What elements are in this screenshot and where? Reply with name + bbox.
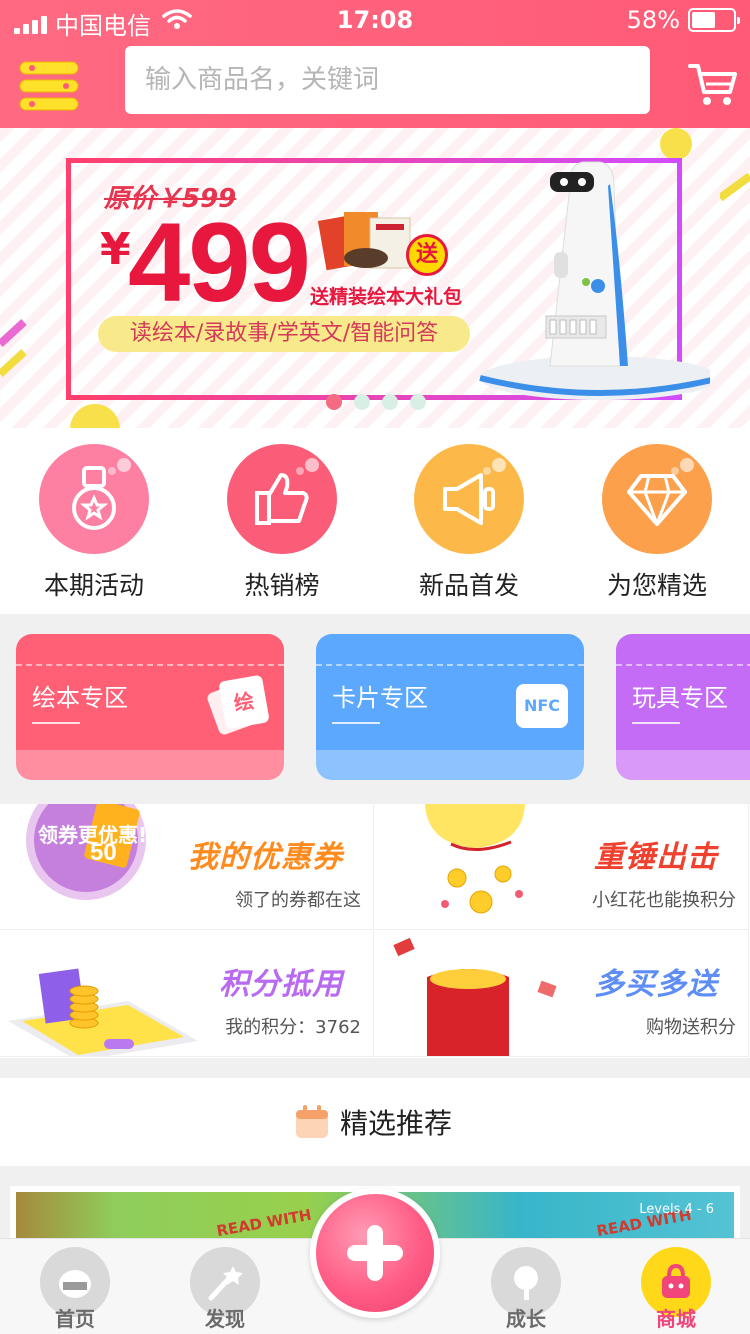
zone-toys[interactable]: 玩具专区 xyxy=(616,634,750,780)
plus-icon xyxy=(347,1225,403,1281)
coupon-image: 50 领券更优惠! xyxy=(26,804,147,900)
battery-icon xyxy=(688,8,740,32)
nfc-card-icon: NFC xyxy=(516,678,568,728)
status-bar: 中国电信 17:08 58% xyxy=(0,0,750,40)
product-badge: READ WITH xyxy=(215,1205,313,1241)
quick-item-activity[interactable]: 本期活动 xyxy=(19,444,169,602)
carousel-dots[interactable] xyxy=(326,394,426,410)
promo-banner[interactable]: 原价￥599 ¥ 499 送 送精装绘本大礼包 读绘本/录故事/学英文/智能问答 xyxy=(0,128,750,428)
promo-subtitle: 小红花也能换积分 xyxy=(592,890,736,911)
gift-badge: 送 xyxy=(406,234,448,276)
decor-stripes xyxy=(0,319,27,377)
cart-icon[interactable] xyxy=(688,62,738,108)
mall-icon xyxy=(662,1263,690,1298)
tab-mall[interactable]: 商城 xyxy=(636,1247,716,1331)
gift-text: 送精装绘本大礼包 xyxy=(310,286,463,308)
carousel-dot[interactable] xyxy=(354,394,370,410)
product-levels: Levels 4 - 6 xyxy=(639,1202,714,1217)
center-add-button[interactable] xyxy=(310,1188,440,1318)
thumbs-up-icon xyxy=(255,473,309,525)
promo-buy-more[interactable]: 多买多送 购物送积分 xyxy=(375,931,749,1057)
promo-subtitle: 领了的券都在这 xyxy=(235,890,361,911)
svg-text:领券更优惠!: 领券更优惠! xyxy=(38,823,147,847)
tab-label: 发现 xyxy=(205,1307,245,1331)
promo-subtitle: 购物送积分 xyxy=(646,1017,736,1038)
quick-item-new[interactable]: 新品首发 xyxy=(394,444,544,602)
tab-label: 首页 xyxy=(55,1307,95,1331)
menu-icon[interactable] xyxy=(18,58,80,114)
price-currency: ¥ xyxy=(100,224,131,275)
featured-header: 精选推荐 xyxy=(0,1078,750,1166)
discover-icon xyxy=(208,1266,243,1301)
quick-item-hot[interactable]: 热销榜 xyxy=(207,444,357,602)
decor-ball xyxy=(70,404,120,428)
promo-title: 积分抵用 xyxy=(219,967,343,1002)
promo-title: 重锤出击 xyxy=(594,840,718,875)
feature-pill: 读绘本/录故事/学英文/智能问答 xyxy=(98,316,470,352)
promo-title: 多买多送 xyxy=(594,967,718,1002)
zone-carousel: 绘本专区 绘 卡片专区 NFC 玩具专区 xyxy=(0,614,750,804)
zone-cards[interactable]: 卡片专区 NFC xyxy=(316,634,584,780)
quick-item-picks[interactable]: 为您精选 xyxy=(582,444,732,602)
search-input[interactable]: 输入商品名，关键词 xyxy=(125,46,650,114)
quick-label: 为您精选 xyxy=(606,571,707,600)
promo-title: 我的优惠券 xyxy=(188,840,343,875)
promo-hammer[interactable]: 重锤出击 小红花也能换积分 xyxy=(375,804,749,930)
robot-product-image xyxy=(479,161,710,400)
tab-label: 商城 xyxy=(656,1307,696,1331)
top-header: 中国电信 17:08 58% 输入商品名，关键词 xyxy=(0,0,750,128)
quick-categories: 本期活动 热销榜 新品首发 为您精选 xyxy=(0,428,750,614)
carousel-dot[interactable] xyxy=(410,394,426,410)
carousel-dot[interactable] xyxy=(382,394,398,410)
sale-price: 499 xyxy=(128,200,311,325)
growth-icon xyxy=(514,1266,538,1300)
zone-label: 玩具专区 xyxy=(632,684,728,712)
red-envelope-image xyxy=(393,937,557,1056)
quick-label: 新品首发 xyxy=(418,571,519,600)
picture-book-icon: 绘 xyxy=(205,674,270,737)
decor-stripes xyxy=(720,172,750,202)
section-title: 精选推荐 xyxy=(340,1107,453,1140)
points-card-image xyxy=(8,968,198,1056)
tab-home[interactable]: 首页 xyxy=(35,1247,115,1331)
megaphone-icon xyxy=(443,473,495,525)
tab-discover[interactable]: 发现 xyxy=(185,1247,265,1331)
home-icon xyxy=(59,1270,91,1298)
zone-picture-books[interactable]: 绘本专区 绘 xyxy=(16,634,284,780)
lucky-bag-image xyxy=(425,804,525,914)
quick-label: 本期活动 xyxy=(43,571,144,600)
carousel-dot[interactable] xyxy=(326,394,342,410)
promo-grid: 50 领券更优惠! 我的优惠券 领了的券都在这 重锤出击 小红花也能换积分 积分… xyxy=(0,804,750,1058)
calendar-icon xyxy=(296,1105,328,1138)
zone-label: 绘本专区 xyxy=(32,684,128,712)
zone-label: 卡片专区 xyxy=(332,684,428,712)
promo-coupons[interactable]: 50 领券更优惠! 我的优惠券 领了的券都在这 xyxy=(0,804,374,930)
quick-label: 热销榜 xyxy=(244,571,320,600)
medal-icon xyxy=(72,466,116,530)
picture-books-image xyxy=(318,212,411,271)
tab-growth[interactable]: 成长 xyxy=(486,1247,566,1331)
battery-percent: 58% xyxy=(626,6,680,34)
diamond-icon xyxy=(627,474,687,526)
tab-label: 成长 xyxy=(506,1307,546,1331)
promo-points[interactable]: 积分抵用 我的积分：3762 xyxy=(0,931,374,1057)
promo-subtitle: 我的积分：3762 xyxy=(225,1017,361,1038)
